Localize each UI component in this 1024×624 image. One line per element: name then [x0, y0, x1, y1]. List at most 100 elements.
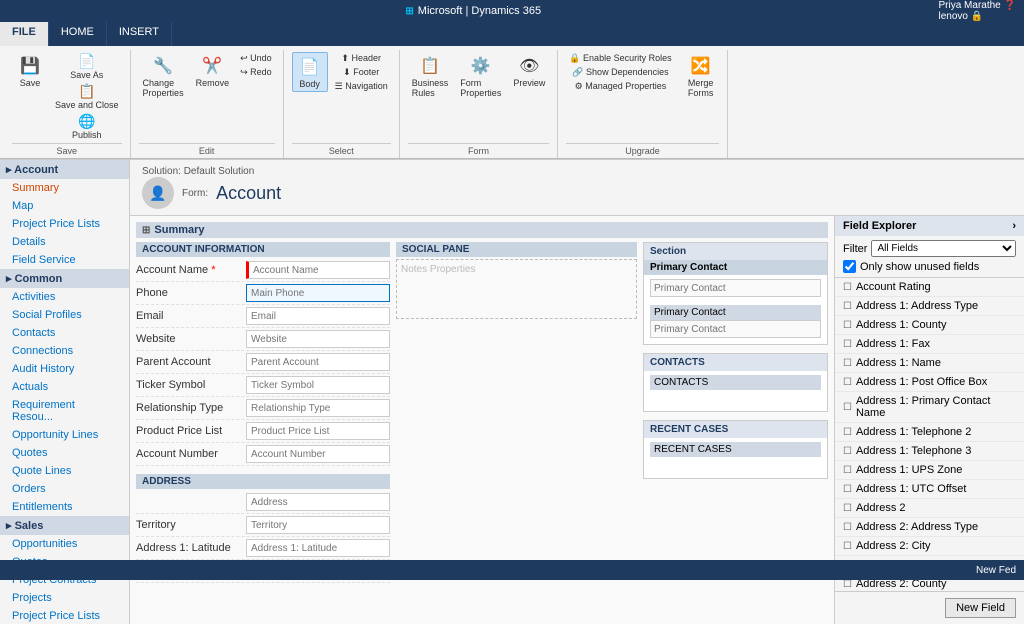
email-input[interactable] — [246, 307, 390, 325]
parent-account-input[interactable] — [246, 353, 390, 371]
fe-field-addr1-fax[interactable]: ☐ Address 1: Fax — [835, 335, 1024, 354]
nav-section-common[interactable]: ▸ Common — [0, 269, 129, 288]
enable-security-button[interactable]: 🔒 Enable Security Roles — [566, 52, 674, 65]
solution-info: Solution: Default Solution 👤 Form: Accou… — [142, 166, 281, 209]
body-button[interactable]: 📄 Body — [292, 52, 328, 92]
fe-field-addr2[interactable]: ☐ Address 2 — [835, 499, 1024, 518]
nav-item-opportunity-lines[interactable]: Opportunity Lines — [0, 426, 129, 444]
publish-button[interactable]: 🌐 Publish — [52, 112, 122, 141]
tab-file[interactable]: FILE — [0, 22, 49, 46]
primary-contact-input-1[interactable] — [650, 279, 821, 297]
form-3col-layout: ACCOUNT INFORMATION Account Name Phone — [136, 242, 828, 583]
fe-field-addr1-tel2[interactable]: ☐ Address 1: Telephone 2 — [835, 423, 1024, 442]
filter-select[interactable]: All Fields — [871, 240, 1016, 257]
nav-item-project-price-lists[interactable]: Project Price Lists — [0, 215, 129, 233]
relationship-input[interactable] — [246, 399, 390, 417]
nav-item-quote-lines[interactable]: Quote Lines — [0, 462, 129, 480]
price-list-input[interactable] — [246, 422, 390, 440]
save-close-button[interactable]: 📋 Save and Close — [52, 82, 122, 111]
fe-field-addr1-county[interactable]: ☐ Address 1: County — [835, 316, 1024, 335]
nav-item-orders[interactable]: Orders — [0, 480, 129, 498]
nav-item-connections[interactable]: Connections — [0, 342, 129, 360]
header-button[interactable]: ⬆ Header — [332, 52, 391, 65]
website-input[interactable] — [246, 330, 390, 348]
nav-item-summary[interactable]: Summary — [0, 179, 129, 197]
phone-input[interactable] — [246, 284, 390, 302]
undo-button[interactable]: ↩ Undo — [237, 52, 275, 65]
fe-field-addr1-po-box[interactable]: ☐ Address 1: Post Office Box — [835, 373, 1024, 392]
account-name-input[interactable] — [246, 261, 390, 279]
preview-button[interactable]: 👁 Preview — [509, 52, 549, 90]
form-props-button[interactable]: ⚙️ FormProperties — [456, 52, 505, 100]
fe-field-addr1-primary-contact[interactable]: ☐ Address 1: Primary Contact Name — [835, 392, 1024, 423]
contacts-header: CONTACTS — [644, 354, 827, 371]
managed-props-button[interactable]: ⚙ Managed Properties — [566, 80, 674, 93]
fe-field-addr1-tel3[interactable]: ☐ Address 1: Telephone 3 — [835, 442, 1024, 461]
email-label: Email — [136, 310, 246, 322]
nav-item-field-service[interactable]: Field Service — [0, 251, 129, 269]
business-rules-button[interactable]: 📋 BusinessRules — [408, 52, 453, 100]
nav-item-map[interactable]: Map — [0, 197, 129, 215]
fe-field-addr1-name[interactable]: ☐ Address 1: Name — [835, 354, 1024, 373]
field-icon: ☐ — [843, 339, 852, 350]
relationship-label: Relationship Type — [136, 402, 246, 414]
field-row-phone: Phone — [136, 282, 390, 305]
field-explorer-footer: New Field — [835, 591, 1024, 624]
fe-field-addr1-type[interactable]: ☐ Address 1: Address Type — [835, 297, 1024, 316]
nav-item-requirement[interactable]: Requirement Resou... — [0, 396, 129, 426]
change-props-button[interactable]: 🔧 ChangeProperties — [139, 52, 188, 100]
nav-section-account[interactable]: ▸ Account — [0, 160, 129, 179]
fe-field-account-rating[interactable]: ☐ Account Rating — [835, 278, 1024, 297]
nav-item-actuals[interactable]: Actuals — [0, 378, 129, 396]
fe-field-addr2-type[interactable]: ☐ Address 2: Address Type — [835, 518, 1024, 537]
territory-input[interactable] — [246, 516, 390, 534]
avatar: 👤 — [142, 177, 174, 209]
redo-button[interactable]: ↪ Redo — [237, 66, 275, 79]
new-field-button[interactable]: New Field — [945, 598, 1016, 618]
nav-item-opportunities[interactable]: Opportunities — [0, 535, 129, 553]
show-deps-button[interactable]: 🔗 Show Dependencies — [566, 66, 674, 79]
save-as-button[interactable]: 📄 Save As — [52, 52, 122, 81]
expand-icon[interactable]: › — [1012, 220, 1016, 232]
fe-field-addr1-utc[interactable]: ☐ Address 1: UTC Offset — [835, 480, 1024, 499]
nav-item-social-profiles[interactable]: Social Profiles — [0, 306, 129, 324]
navigation-button[interactable]: ☰ Navigation — [332, 80, 391, 93]
field-icon: ☐ — [843, 402, 852, 413]
footer-button[interactable]: ⬇ Footer — [332, 66, 391, 79]
tab-insert[interactable]: INSERT — [107, 22, 172, 46]
fe-field-addr1-ups[interactable]: ☐ Address 1: UPS Zone — [835, 461, 1024, 480]
price-list-label: Product Price List — [136, 425, 246, 437]
nav-item-audit-history[interactable]: Audit History — [0, 360, 129, 378]
nav-item-contacts[interactable]: Contacts — [0, 324, 129, 342]
field-icon: ☐ — [843, 465, 852, 476]
remove-button[interactable]: ✂️ Remove — [192, 52, 234, 90]
nav-item-details[interactable]: Details — [0, 233, 129, 251]
form-title: Account — [216, 183, 281, 204]
ribbon-group-upgrade: 🔒 Enable Security Roles 🔗 Show Dependenc… — [558, 50, 727, 158]
fe-field-addr2-city[interactable]: ☐ Address 2: City — [835, 537, 1024, 556]
nav-item-entitlements[interactable]: Entitlements — [0, 498, 129, 516]
body-icon: 📄 — [298, 55, 322, 79]
save-button[interactable]: 💾 Save — [12, 52, 48, 90]
account-info-column: ACCOUNT INFORMATION Account Name Phone — [136, 242, 390, 583]
unused-fields-checkbox[interactable] — [843, 260, 856, 273]
account-number-input[interactable] — [246, 445, 390, 463]
main-layout: ▸ Account Summary Map Project Price List… — [0, 160, 1024, 624]
nav-section-sales[interactable]: ▸ Sales — [0, 516, 129, 535]
ticker-input[interactable] — [246, 376, 390, 394]
tab-home[interactable]: HOME — [49, 22, 107, 46]
address-input[interactable] — [246, 493, 390, 511]
nav-item-activities[interactable]: Activities — [0, 288, 129, 306]
field-explorer-list: ☐ Account Rating ☐ Address 1: Address Ty… — [835, 278, 1024, 591]
nav-item-projects[interactable]: Projects — [0, 589, 129, 607]
nav-item-quotes[interactable]: Quotes — [0, 444, 129, 462]
field-row-website: Website — [136, 328, 390, 351]
latitude-input[interactable] — [246, 539, 390, 557]
field-explorer-header: Field Explorer › — [835, 216, 1024, 236]
solution-label: Solution: Default Solution — [142, 166, 281, 177]
primary-contact-input-2[interactable] — [650, 320, 821, 338]
nav-item-project-price-lists-sales[interactable]: Project Price Lists — [0, 607, 129, 624]
social-pane-header: SOCIAL PANE — [396, 242, 637, 257]
primary-contact-section: Section Primary Contact Primary Contact — [643, 242, 828, 345]
merge-forms-button[interactable]: 🔀 MergeForms — [683, 52, 719, 100]
